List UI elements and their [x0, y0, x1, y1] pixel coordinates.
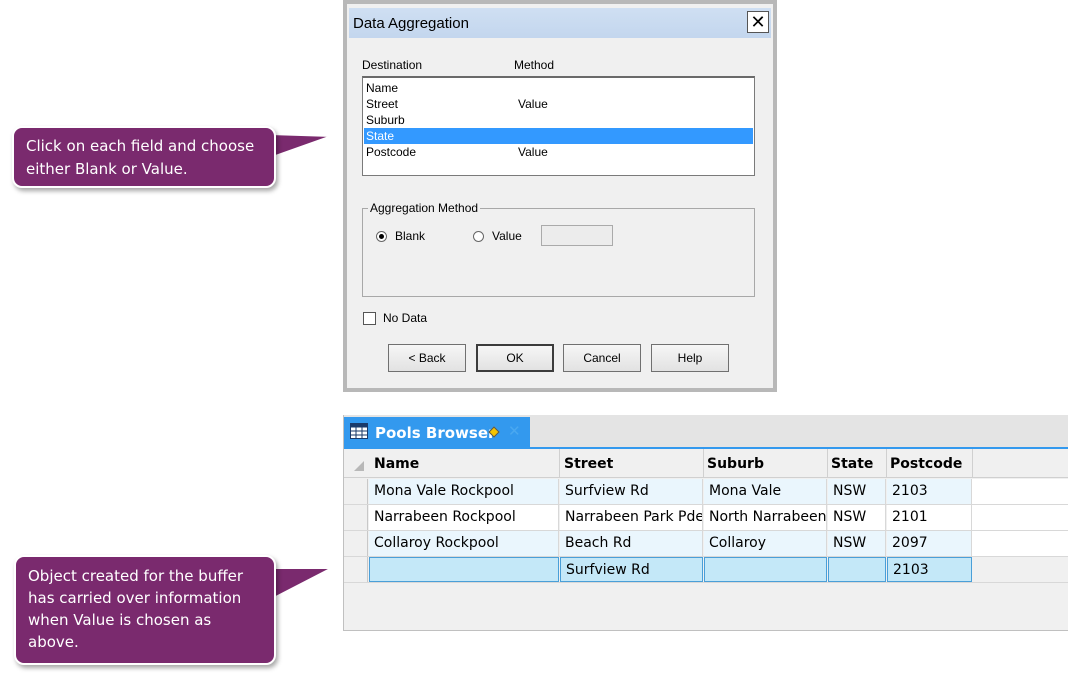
- list-item-method: Value: [518, 145, 548, 159]
- column-separator: [827, 449, 828, 477]
- instruction-callout: Click on each field and choose either Bl…: [12, 126, 276, 188]
- row-selector[interactable]: [344, 479, 368, 504]
- destination-column-header: Destination: [362, 58, 423, 72]
- list-item-destination: Suburb: [366, 113, 405, 127]
- help-button[interactable]: Help: [651, 344, 729, 372]
- tab-pools-browser[interactable]: Pools Browser ✕: [344, 417, 530, 447]
- cell-name[interactable]: Mona Vale Rockpool: [369, 479, 559, 504]
- select-all-corner[interactable]: [354, 461, 364, 471]
- row-selector[interactable]: [344, 531, 368, 556]
- column-header-street[interactable]: Street: [564, 456, 613, 472]
- list-item-method: Value: [518, 97, 548, 111]
- column-separator: [559, 449, 560, 477]
- row-filler: [972, 479, 1068, 504]
- browser-table: Name Street Suburb State Postcode Mona V…: [344, 449, 1068, 630]
- table-row[interactable]: Collaroy Rockpool Beach Rd Collaroy NSW …: [344, 531, 1068, 557]
- cell-suburb[interactable]: [704, 557, 827, 582]
- list-item-destination: Postcode: [366, 145, 417, 159]
- blank-radio-label[interactable]: Blank: [395, 229, 425, 243]
- list-item[interactable]: Name: [364, 80, 753, 96]
- row-selector[interactable]: [344, 505, 368, 530]
- cancel-button[interactable]: Cancel: [563, 344, 641, 372]
- no-data-checkbox[interactable]: [363, 312, 376, 325]
- cell-suburb[interactable]: Collaroy: [704, 531, 827, 556]
- pools-browser-window: Pools Browser ✕ Name Street Suburb State…: [343, 415, 1068, 631]
- cell-name[interactable]: Collaroy Rockpool: [369, 531, 559, 556]
- list-item[interactable]: Postcode Value: [364, 144, 753, 160]
- blank-radio[interactable]: [376, 231, 387, 242]
- no-data-label[interactable]: No Data: [383, 311, 427, 325]
- cell-name[interactable]: [369, 557, 559, 582]
- column-header-postcode[interactable]: Postcode: [890, 456, 962, 472]
- cell-postcode[interactable]: 2103: [887, 479, 972, 504]
- column-separator: [703, 449, 704, 477]
- instruction-callout-text: Click on each field and choose either Bl…: [26, 137, 255, 178]
- cell-suburb[interactable]: North Narrabeen: [704, 505, 827, 530]
- cell-state[interactable]: NSW: [828, 505, 886, 530]
- destination-method-list[interactable]: Name Street Value Suburb State Postcode …: [362, 76, 755, 176]
- cell-street[interactable]: Surfview Rd: [560, 557, 703, 582]
- cell-postcode[interactable]: 2097: [887, 531, 972, 556]
- close-button[interactable]: ✕: [747, 11, 769, 33]
- list-item[interactable]: Street Value: [364, 96, 753, 112]
- list-item-destination: Name: [366, 81, 399, 95]
- row-selector[interactable]: [344, 557, 368, 582]
- value-input[interactable]: [541, 225, 613, 246]
- column-header-name[interactable]: Name: [374, 456, 419, 472]
- back-button[interactable]: < Back: [388, 344, 466, 372]
- tab-close-icon[interactable]: ✕: [508, 422, 521, 440]
- row-filler: [972, 505, 1068, 530]
- method-column-header: Method: [514, 58, 555, 72]
- tab-title: Pools Browser: [375, 424, 496, 442]
- aggregation-method-group: Aggregation Method Blank Value: [362, 201, 755, 297]
- list-item[interactable]: Suburb: [364, 112, 753, 128]
- cell-street[interactable]: Surfview Rd: [560, 479, 703, 504]
- table-row[interactable]: Mona Vale Rockpool Surfview Rd Mona Vale…: [344, 479, 1068, 505]
- cell-state[interactable]: [828, 557, 886, 582]
- result-callout: Object created for the buffer has carrie…: [14, 555, 276, 665]
- column-separator: [886, 449, 887, 477]
- cell-name[interactable]: Narrabeen Rockpool: [369, 505, 559, 530]
- column-header-suburb[interactable]: Suburb: [707, 456, 764, 472]
- table-row-new-object[interactable]: Surfview Rd 2103: [344, 557, 1068, 583]
- list-item-selected[interactable]: State: [364, 128, 753, 144]
- cell-state[interactable]: NSW: [828, 479, 886, 504]
- value-radio[interactable]: [473, 231, 484, 242]
- ok-button[interactable]: OK: [476, 344, 554, 372]
- row-filler: [972, 531, 1068, 556]
- dialog-titlebar: Data Aggregation ✕: [349, 8, 771, 38]
- close-icon: ✕: [750, 12, 766, 32]
- cell-street[interactable]: Narrabeen Park Pde: [560, 505, 703, 530]
- value-radio-label[interactable]: Value: [492, 229, 522, 243]
- list-item-destination: State: [366, 129, 395, 143]
- cell-postcode[interactable]: 2103: [887, 557, 972, 582]
- tab-strip: Pools Browser ✕: [344, 415, 1068, 447]
- table-grid-icon: [350, 423, 368, 439]
- result-callout-text: Object created for the buffer has carrie…: [28, 567, 244, 651]
- data-aggregation-dialog: Data Aggregation ✕ Destination Method Na…: [343, 0, 777, 392]
- dialog-title: Data Aggregation: [353, 15, 469, 32]
- table-row[interactable]: Narrabeen Rockpool Narrabeen Park Pde No…: [344, 505, 1068, 531]
- aggregation-method-label: Aggregation Method: [368, 201, 481, 215]
- table-header-row: Name Street Suburb State Postcode: [344, 449, 1068, 478]
- cell-suburb[interactable]: Mona Vale: [704, 479, 827, 504]
- list-item-destination: Street: [366, 97, 399, 111]
- column-header-state[interactable]: State: [831, 456, 873, 472]
- cell-postcode[interactable]: 2101: [887, 505, 972, 530]
- cell-street[interactable]: Beach Rd: [560, 531, 703, 556]
- column-separator: [972, 449, 973, 477]
- cell-state[interactable]: NSW: [828, 531, 886, 556]
